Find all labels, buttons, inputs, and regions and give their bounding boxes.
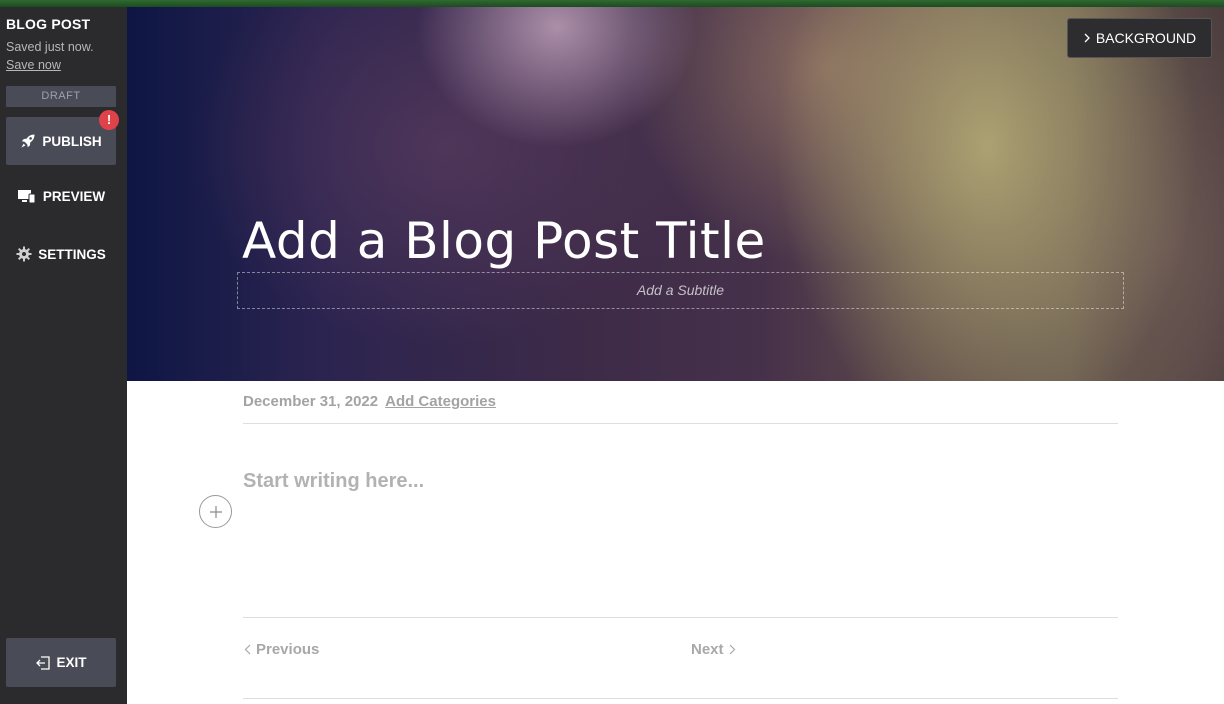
post-meta: December 31, 2022 Add Categories	[243, 393, 496, 410]
editor-sidebar: BLOG POST Saved just now. Save now DRAFT…	[0, 7, 127, 704]
hero-banner[interactable]: BACKGROUND Add a Blog Post Title Add a S…	[127, 7, 1224, 381]
preview-label: PREVIEW	[42, 188, 106, 204]
exit-label: EXIT	[56, 655, 87, 670]
rocket-icon	[20, 133, 36, 149]
background-button[interactable]: BACKGROUND	[1067, 18, 1212, 58]
gear-icon	[16, 246, 32, 262]
settings-button[interactable]: SETTINGS	[6, 241, 116, 267]
settings-label: SETTINGS	[38, 246, 106, 262]
next-label: Next	[691, 641, 724, 658]
publish-alert-badge: !	[99, 110, 119, 130]
chevron-right-icon	[729, 644, 736, 655]
post-date: December 31, 2022	[243, 393, 379, 410]
divider	[243, 698, 1118, 699]
publish-label: PUBLISH	[42, 133, 102, 149]
post-body-editor[interactable]: Start writing here...	[243, 470, 424, 493]
add-categories-link[interactable]: Add Categories	[385, 393, 496, 410]
top-accent-bar	[0, 0, 1224, 7]
exit-icon	[35, 655, 51, 671]
post-title-input[interactable]: Add a Blog Post Title	[242, 212, 766, 270]
save-status-text: Saved just now.	[6, 40, 94, 54]
add-block-button[interactable]	[199, 495, 232, 528]
sidebar-title: BLOG POST	[6, 16, 91, 32]
post-subtitle-input[interactable]: Add a Subtitle	[237, 272, 1124, 309]
plus-icon	[209, 505, 223, 519]
chevron-left-icon	[244, 644, 251, 655]
status-badge: DRAFT	[6, 86, 116, 107]
save-now-link[interactable]: Save now	[6, 58, 61, 72]
divider	[243, 423, 1118, 424]
previous-post-link[interactable]: Previous	[244, 641, 319, 658]
divider	[243, 617, 1118, 618]
previous-label: Previous	[256, 641, 320, 658]
background-button-label: BACKGROUND	[1095, 30, 1197, 46]
preview-button[interactable]: PREVIEW	[6, 183, 116, 209]
exit-button[interactable]: EXIT	[6, 638, 116, 687]
next-post-link[interactable]: Next	[691, 641, 736, 658]
devices-icon	[17, 188, 37, 204]
chevron-right-icon	[1083, 33, 1091, 43]
